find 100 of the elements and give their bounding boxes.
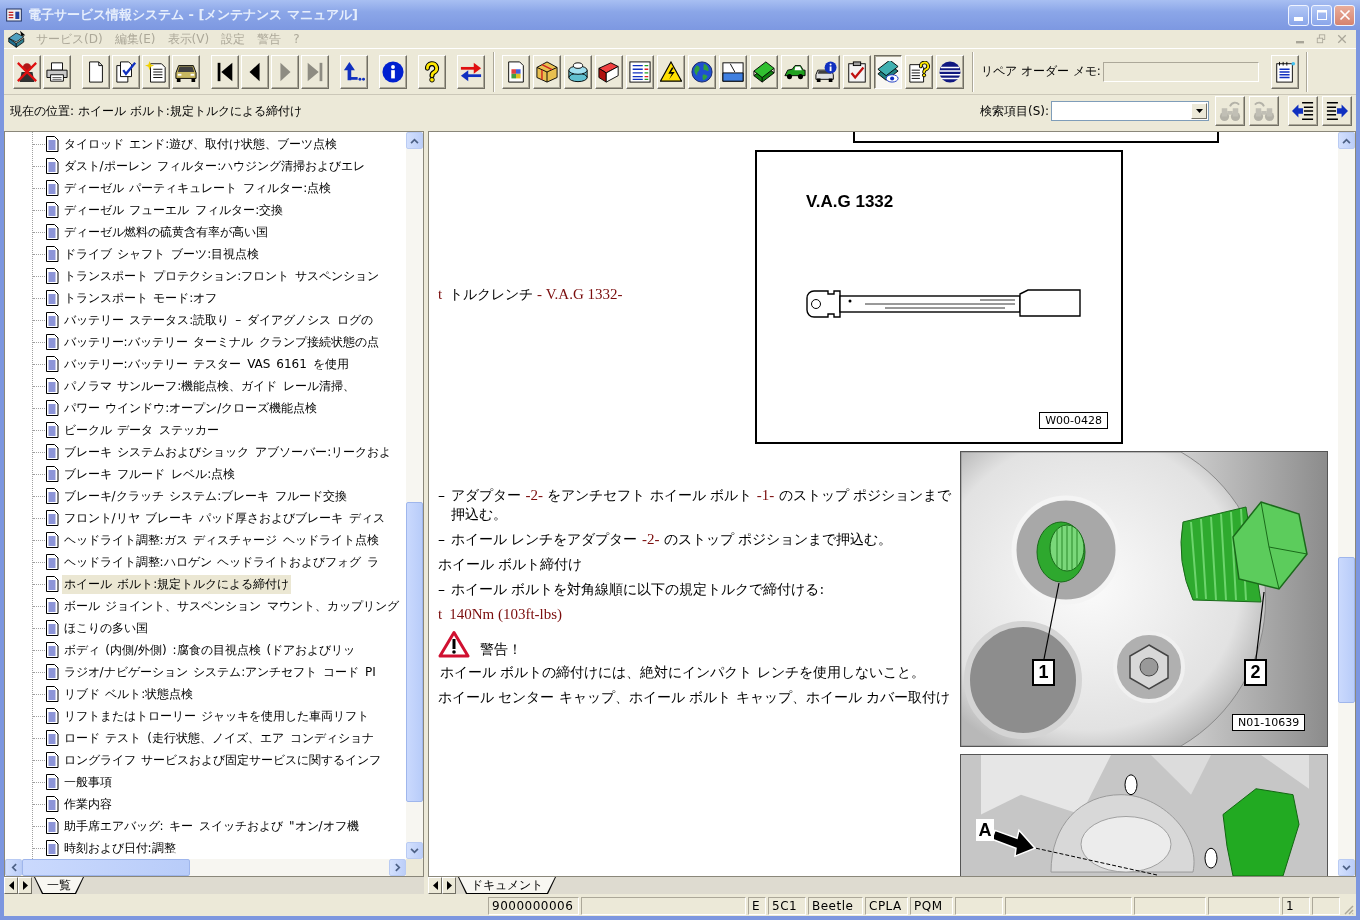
tree-item[interactable]: リフトまたはトローリー ジャッキを使用した車両リフト <box>61 706 372 726</box>
bolt-hole <box>1204 847 1218 869</box>
tree-item[interactable]: ロングライフ サービスおよび固定サービスに関するインフ <box>61 750 384 770</box>
tree-item[interactable]: ディーゼル燃料の硫黄含有率が高い国 <box>61 222 270 242</box>
status-cell: PQM <box>910 897 953 915</box>
tree-item[interactable]: ダスト/ポーレン フィルター:ハウジング清掃およびエレ <box>61 156 368 176</box>
tree-item[interactable]: ブレーキ/クラッチ システム:ブレーキ フルード交換 <box>61 486 350 506</box>
document-icon <box>46 752 59 768</box>
list-icon <box>629 60 651 83</box>
tree-item[interactable]: バッテリー ステータス:読取り – ダイアグノシス ログの <box>61 310 375 330</box>
pointer-arrow <box>991 828 1037 858</box>
document-icon <box>46 642 59 658</box>
caret-icon <box>1195 109 1203 113</box>
triangle-right-icon <box>446 881 452 890</box>
tree-item[interactable]: ビークル データ ステッカー <box>61 420 222 440</box>
document-icon <box>46 730 59 746</box>
tree-item[interactable]: 時刻および日付:調整 <box>61 838 178 858</box>
scroll-up-button[interactable] <box>406 132 423 149</box>
scrollbar-corner <box>406 859 423 876</box>
figure-title: V.A.G 1332 <box>806 192 894 212</box>
document-icon <box>46 246 59 262</box>
tree-item[interactable]: ブレーキ システムおよびショック アブソーバー:リークおよ <box>61 442 394 462</box>
document-icon <box>46 444 59 460</box>
restore-icon <box>1316 34 1326 44</box>
tree-item[interactable]: ホイール ボルト:規定トルクによる締付け <box>61 574 292 594</box>
resize-grip-icon <box>1342 903 1354 915</box>
tree-item[interactable]: バッテリー:バッテリー テスター VAS 6161 を使用 <box>61 354 351 374</box>
document-icon <box>46 598 59 614</box>
document-icon <box>46 158 59 174</box>
status-cell <box>1134 897 1206 915</box>
tab[interactable]: 一覧 <box>34 877 84 894</box>
document-icon <box>46 774 59 790</box>
tree-item[interactable]: 作業内容 <box>61 794 114 814</box>
document-icon <box>46 686 59 702</box>
info-icon <box>382 60 404 83</box>
tree-item[interactable]: ラジオ/ナビゲーション システム:アンチセフト コード PI <box>61 662 378 682</box>
document-grid-icon <box>505 60 527 83</box>
tree-item[interactable]: ディーゼル パーティキュレート フィルター:点検 <box>61 178 334 198</box>
tree-item[interactable]: 助手席エアバッグ: キー スイッチおよび "オン/オフ機 <box>61 816 361 836</box>
scroll-up-button[interactable] <box>1338 132 1355 149</box>
callout-label: 1 <box>1032 659 1055 686</box>
scrollbar-thumb[interactable] <box>22 859 190 876</box>
swap-arrows-icon <box>460 60 482 83</box>
minimize-icon <box>1296 41 1304 44</box>
tree-item[interactable]: トランスポート プロテクション:フロント サスペンション <box>61 266 382 286</box>
status-cell: E <box>748 897 766 915</box>
tree-item[interactable]: タイロッド エンド:遊び、取付け状態、ブーツ点検 <box>61 134 340 154</box>
figure-code: N01-10639 <box>1232 714 1306 731</box>
collapse-left-icon <box>1292 100 1314 122</box>
cube-icon <box>598 60 620 83</box>
tree-item[interactable]: ほこりの多い国 <box>61 618 150 638</box>
dropdown-button[interactable] <box>1191 103 1207 119</box>
window-icon <box>722 60 744 83</box>
instruction-step: – ホイール レンチをアダプター -2- のストップ ポジションまで押込む。 <box>438 529 958 549</box>
tree-item[interactable]: ヘッドライト調整:ハロゲン ヘッドライトおよびフォグ ラ <box>61 552 382 572</box>
document-icon <box>46 378 59 394</box>
tree-item[interactable]: ボディ (内側/外側) :腐食の目視点検 (ドアおよびリッ <box>61 640 358 660</box>
document-icon <box>46 290 59 306</box>
document-icon <box>46 840 59 856</box>
tree-item[interactable]: ロード テスト (走行状態、ノイズ、エア コンディショナ <box>61 728 376 748</box>
tree-item[interactable]: ヘッドライト調整:ガス ディスチャージ ヘッドライト点検 <box>61 530 382 550</box>
document-icon <box>46 818 59 834</box>
instruction-step: – ホイール ボルトを対角線順に以下の規定トルクで締付ける: <box>438 579 958 599</box>
status-cell: 9000000006 <box>488 897 579 915</box>
tree-item[interactable]: パノラマ サンルーフ:機能点検、ガイド レール清掃、 <box>61 376 358 396</box>
triangle-right-icon <box>22 881 28 890</box>
document-icon <box>46 510 59 526</box>
tree-item[interactable]: ディーゼル フューエル フィルター:交換 <box>61 200 286 220</box>
tree-item[interactable]: ボール ジョイント、サスペンション マウント、カップリング <box>61 596 402 616</box>
document-icon <box>46 400 59 416</box>
scrollbar-thumb[interactable] <box>406 502 423 802</box>
figure-code: W00-0428 <box>1039 412 1108 429</box>
tree-item[interactable]: ドライブ シャフト ブーツ:目視点検 <box>61 244 262 264</box>
triangle-left-icon <box>432 881 438 890</box>
close-button[interactable] <box>1334 4 1355 26</box>
tree-item[interactable]: ブレーキ フルード レベル:点検 <box>61 464 238 484</box>
scroll-down-button[interactable] <box>406 842 423 859</box>
document-icon <box>46 466 59 482</box>
memo-label: リペア オーダー メモ: <box>981 63 1101 80</box>
status-cell: CPLA <box>865 897 908 915</box>
bolt-hole <box>1124 774 1138 796</box>
tab[interactable]: ドキュメント <box>458 877 556 894</box>
document-icon <box>46 334 59 350</box>
instruction-text: ホイール センター キャップ、ホイール ボルト キャップ、ホイール カバー取付け <box>438 687 952 707</box>
bolt-head <box>1036 521 1086 583</box>
tree-item[interactable]: 一般事項 <box>61 772 114 792</box>
scroll-down-button[interactable] <box>1338 859 1355 876</box>
tree-item[interactable]: バッテリー:バッテリー ターミナル クランプ接続状態の点 <box>61 332 382 352</box>
callout-label: A <box>976 819 994 841</box>
tree-item[interactable]: トランスポート モード:オフ <box>61 288 220 308</box>
toolbar-button[interactable] <box>874 54 902 89</box>
tree-item[interactable]: リブド ベルト:状態点検 <box>61 684 196 704</box>
page-star-icon <box>145 60 167 83</box>
document-icon <box>46 796 59 812</box>
document-icon <box>46 554 59 570</box>
tree-item[interactable]: パワー ウインドウ:オープン/クローズ機能点検 <box>61 398 320 418</box>
scrollbar-thumb[interactable] <box>1338 557 1355 703</box>
striped-circle-icon <box>939 60 961 83</box>
location-text: 現在の位置: ホイール ボルト:規定トルクによる締付け <box>10 102 302 120</box>
tree-item[interactable]: フロント/リヤ ブレーキ パッド厚さおよびブレーキ ディス <box>61 508 387 528</box>
